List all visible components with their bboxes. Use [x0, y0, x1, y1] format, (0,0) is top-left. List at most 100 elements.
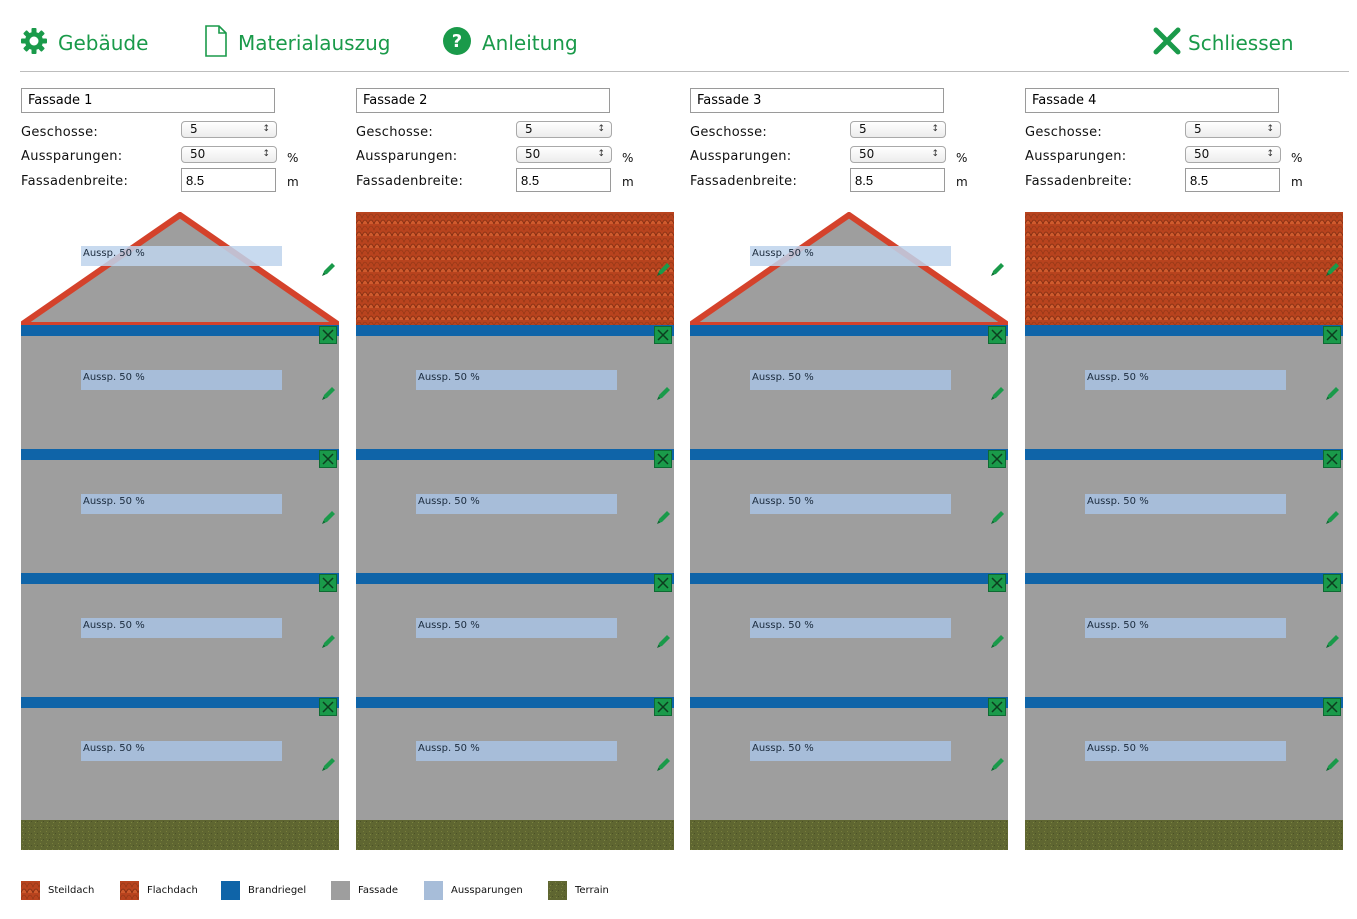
edit-pencil-icon[interactable] — [1324, 755, 1342, 773]
edit-pencil-icon[interactable] — [989, 260, 1007, 278]
facade-name-input[interactable] — [21, 88, 275, 113]
legend-swatch — [548, 880, 567, 900]
floors-label: Geschosse: — [690, 125, 768, 140]
facade-name-input[interactable] — [1025, 88, 1279, 113]
legend-label: Brandriegel — [248, 884, 307, 896]
legend-item: Flachdach — [120, 880, 198, 900]
fire-barrier — [21, 325, 339, 336]
delete-floor-icon[interactable] — [988, 450, 1006, 468]
fire-barrier — [21, 449, 339, 460]
edit-pencil-icon[interactable] — [655, 755, 673, 773]
delete-floor-icon[interactable] — [1323, 326, 1341, 344]
edit-pencil-icon[interactable] — [320, 384, 338, 402]
facade-2-controls: Geschosse:5↕Aussparungen:50↕%Fassadenbre… — [356, 88, 676, 198]
legend-swatch — [221, 880, 240, 900]
edit-pencil-icon[interactable] — [320, 508, 338, 526]
close-icon — [1152, 26, 1182, 60]
svg-text:?: ? — [452, 31, 462, 52]
width-input[interactable] — [181, 168, 276, 192]
delete-floor-icon[interactable] — [988, 326, 1006, 344]
delete-floor-icon[interactable] — [319, 326, 337, 344]
legend: Steildach Flachdach Brandriegel Fassade Auss… — [0, 878, 1357, 902]
legend-label: Fassade — [358, 884, 399, 896]
cutouts-unit: % — [287, 151, 299, 165]
edit-pencil-icon[interactable] — [320, 632, 338, 650]
floors-value: 5 — [525, 122, 533, 136]
floor-cutout-bar: Aussp. 50 % — [416, 370, 617, 390]
edit-pencil-icon[interactable] — [989, 384, 1007, 402]
app-window: Gebäude Materialauszug ? Anleitung Schli… — [0, 0, 1357, 919]
width-unit: m — [956, 175, 968, 189]
width-label: Fassadenbreite: — [690, 174, 798, 189]
delete-floor-icon[interactable] — [1323, 450, 1341, 468]
facade-1-controls: Geschosse:5↕Aussparungen:50↕%Fassadenbre… — [21, 88, 341, 198]
facade-name-input[interactable] — [356, 88, 610, 113]
building-button[interactable]: Gebäude — [20, 26, 148, 60]
legend-item: Brandriegel — [221, 880, 306, 900]
cutouts-value: 50 — [859, 147, 875, 161]
terrain — [690, 820, 1008, 850]
delete-floor-icon[interactable] — [654, 450, 672, 468]
width-input[interactable] — [850, 168, 945, 192]
floors-select[interactable]: 5 ↕ — [1185, 121, 1281, 138]
edit-pencil-icon[interactable] — [320, 260, 338, 278]
edit-pencil-icon[interactable] — [989, 508, 1007, 526]
facade-3-controls: Geschosse:5↕Aussparungen:50↕%Fassadenbre… — [690, 88, 1010, 198]
floor-cutout-bar: Aussp. 50 % — [416, 741, 617, 761]
fire-barrier — [690, 573, 1008, 584]
floors-select[interactable]: 5 ↕ — [516, 121, 612, 138]
delete-floor-icon[interactable] — [319, 574, 337, 592]
material-list-label: Materialauszug — [238, 31, 391, 55]
facade-1-drawing: Aussp. 50 % Aussp. 50 % Aussp. 50 % Aussp. … — [21, 212, 341, 850]
legend-swatch — [21, 880, 40, 900]
delete-floor-icon[interactable] — [654, 698, 672, 716]
help-button[interactable]: ? Anleitung — [442, 26, 578, 60]
cutouts-label: Aussparungen: — [21, 149, 123, 164]
edit-pencil-icon[interactable] — [655, 260, 673, 278]
floors-select[interactable]: 5 ↕ — [181, 121, 277, 138]
delete-floor-icon[interactable] — [319, 450, 337, 468]
edit-pencil-icon[interactable] — [655, 508, 673, 526]
delete-floor-icon[interactable] — [1323, 698, 1341, 716]
facade-name-input[interactable] — [690, 88, 944, 113]
fire-barrier — [21, 697, 339, 708]
delete-floor-icon[interactable] — [654, 326, 672, 344]
cutouts-select[interactable]: 50 ↕ — [1185, 146, 1281, 163]
edit-pencil-icon[interactable] — [1324, 384, 1342, 402]
edit-pencil-icon[interactable] — [989, 755, 1007, 773]
floor-cutout-bar: Aussp. 50 % — [750, 370, 951, 390]
edit-pencil-icon[interactable] — [1324, 632, 1342, 650]
edit-pencil-icon[interactable] — [989, 632, 1007, 650]
cutouts-select[interactable]: 50 ↕ — [181, 146, 277, 163]
edit-pencil-icon[interactable] — [1324, 260, 1342, 278]
delete-floor-icon[interactable] — [319, 698, 337, 716]
fire-barrier — [1025, 449, 1343, 460]
delete-floor-icon[interactable] — [988, 698, 1006, 716]
edit-pencil-icon[interactable] — [655, 384, 673, 402]
cutouts-unit: % — [1291, 151, 1303, 165]
width-unit: m — [287, 175, 299, 189]
edit-pencil-icon[interactable] — [320, 755, 338, 773]
close-button[interactable]: Schliessen — [1152, 26, 1294, 60]
roof-cutout-bar: Aussp. 50 % — [750, 246, 951, 266]
cutouts-unit: % — [956, 151, 968, 165]
edit-pencil-icon[interactable] — [655, 632, 673, 650]
width-input[interactable] — [516, 168, 611, 192]
edit-pencil-icon[interactable] — [1324, 508, 1342, 526]
fire-barrier — [356, 325, 674, 336]
material-list-button[interactable]: Materialauszug — [204, 25, 391, 60]
cutouts-value: 50 — [1194, 147, 1210, 161]
cutouts-label: Aussparungen: — [356, 149, 458, 164]
delete-floor-icon[interactable] — [1323, 574, 1341, 592]
terrain — [21, 820, 339, 850]
floor-cutout-bar: Aussp. 50 % — [1085, 494, 1286, 514]
delete-floor-icon[interactable] — [988, 574, 1006, 592]
delete-floor-icon[interactable] — [654, 574, 672, 592]
floors-select[interactable]: 5 ↕ — [850, 121, 946, 138]
floor-cutout-bar: Aussp. 50 % — [750, 618, 951, 638]
width-input[interactable] — [1185, 168, 1280, 192]
width-label: Fassadenbreite: — [21, 174, 129, 189]
cutouts-select[interactable]: 50 ↕ — [850, 146, 946, 163]
cutouts-select[interactable]: 50 ↕ — [516, 146, 612, 163]
flat-roof-tiles — [1025, 212, 1343, 325]
